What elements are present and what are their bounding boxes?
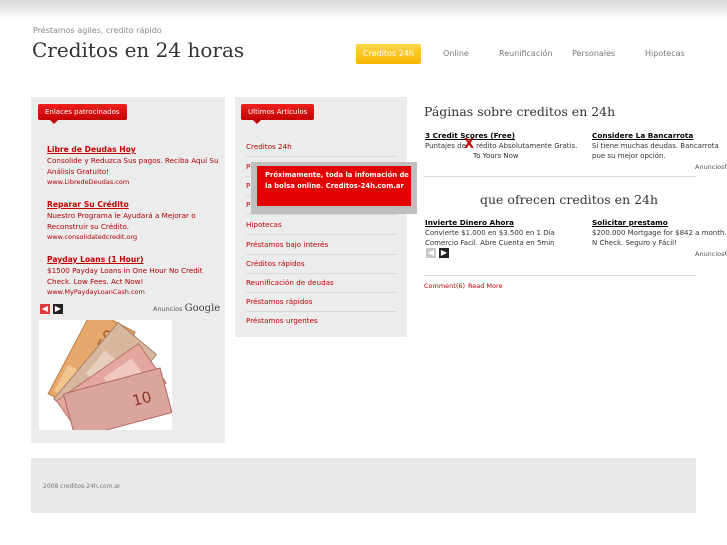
ad-title[interactable]: Invierte Dinero Ahora [425, 218, 590, 228]
sponsored-ad[interactable]: Reparar Su Crédito Nuestro Programa le A… [47, 199, 219, 243]
ad-url[interactable]: www.LibredeDeudas.com [47, 177, 219, 188]
comments-link[interactable]: Comment(6) [424, 282, 465, 290]
ads-by-google[interactable]: Anuncios Google [153, 303, 220, 314]
section-title-pages: Páginas sobre creditos en 24h [424, 104, 616, 119]
article-link[interactable]: Hipotecas [246, 220, 396, 235]
footer-copyright: 2008 creditos-24h.com.ar [43, 483, 121, 490]
ad-description: Nuestro Programa le Ayudará a Mejorar o … [47, 211, 196, 231]
next-arrow-icon[interactable]: ▶ [53, 304, 63, 314]
nav-online[interactable]: Online [443, 49, 469, 58]
ad-title[interactable]: Libre de Deudas Hoy [47, 144, 219, 155]
ad-url[interactable]: www.consolidatedcredit.org [47, 232, 219, 243]
ads-by-label: Anuncios [153, 305, 183, 313]
ads-by-google[interactable]: AnunciosG [695, 250, 727, 258]
prev-arrow-icon[interactable]: ◀ [40, 304, 50, 314]
announcement-popup: Próximamente, toda la infomación de la b… [251, 162, 417, 214]
site-title[interactable]: Creditos en 24 horas [32, 38, 244, 62]
article-link[interactable]: Creditos 24h [246, 142, 396, 157]
ad-description: rédito Absolutamente Gratis. [476, 142, 578, 150]
sponsored-links-tab: Enlaces patrocinados [38, 104, 127, 124]
top-bar [0, 0, 727, 18]
nav-hipotecas[interactable]: Hipotecas [645, 49, 685, 58]
ad-title[interactable]: Reparar Su Crédito [47, 199, 219, 210]
footer: 2008 creditos-24h.com.ar [31, 458, 696, 513]
ad-title[interactable]: 3 Credit Scores (Free) [425, 131, 585, 141]
article-link[interactable]: Préstamos urgentes [246, 316, 396, 330]
prev-arrow-icon[interactable]: ◀ [426, 248, 436, 258]
content-ad[interactable]: Invierte Dinero Ahora Convierte $1.000 e… [425, 218, 590, 248]
euro-banknotes-image: 50 10 10 [39, 320, 172, 430]
ads-by-google[interactable]: AnunciosG [695, 163, 727, 171]
next-arrow-icon[interactable]: ▶ [439, 248, 449, 258]
ad-description: Si tiene muchas deudas. Bancarrota pue s… [592, 142, 719, 160]
sponsored-ad[interactable]: Libre de Deudas Hoy Consolide y Reduzca … [47, 144, 219, 188]
ad-title[interactable]: Payday Loans (1 Hour) [47, 254, 219, 265]
google-logo: Google [184, 303, 221, 314]
ad-title[interactable]: Considere La Bancarrota [592, 131, 727, 141]
content-ad[interactable]: Considere La Bancarrota Si tiene muchas … [592, 131, 727, 161]
nav-creditos-24h[interactable]: Creditos 24h [356, 44, 421, 64]
article-link[interactable]: Créditos rápidos [246, 259, 396, 274]
divider [424, 176, 696, 177]
ad-description: Consolide y Reduzca Sus pagos. Reciba Aq… [47, 156, 219, 176]
article-link[interactable]: Préstamos bajo interés [246, 240, 396, 255]
nav-reunificacion[interactable]: Reunificación [499, 49, 552, 58]
ad-description: Puntajes de [425, 142, 466, 150]
article-link[interactable]: Reunificación de deudas [246, 278, 396, 293]
nav-personales[interactable]: Personales [572, 49, 615, 58]
article-link[interactable]: Préstamos rápidos [246, 297, 396, 312]
ad-description: To Yours Now [473, 152, 519, 160]
tagline: Préstamos agiles, credito rápido [33, 26, 162, 35]
sponsored-ad[interactable]: Payday Loans (1 Hour) $1500 Payday Loans… [47, 254, 219, 298]
ad-description: Convierte $1.000 en $3.500 en 1 Día Come… [425, 229, 555, 247]
ads-by-label: Anuncios [695, 250, 725, 258]
content-ad[interactable]: 3 Credit Scores (Free) Puntajes de rédit… [425, 131, 585, 161]
latest-articles-tab: Ultimos Articulos [241, 104, 315, 124]
divider [424, 275, 696, 276]
ad-title[interactable]: Solicitar prestamo [592, 218, 727, 228]
ad-url[interactable]: www.MyPaydayLoanCash.com [47, 287, 219, 298]
ads-by-label: Anuncios [695, 163, 725, 171]
popup-message: Próximamente, toda la infomación de la b… [257, 166, 411, 206]
ad-description: $200.000 Mortgage for $842 a month. N Ch… [592, 229, 727, 247]
section-title-offers: que ofrecen creditos en 24h [480, 192, 659, 207]
content-ad[interactable]: Solicitar prestamo $200.000 Mortgage for… [592, 218, 727, 248]
ad-description: $1500 Payday Loans in One Hour No Credit… [47, 266, 203, 286]
close-icon[interactable]: X [464, 137, 474, 152]
read-more-link[interactable]: Read More [468, 282, 503, 290]
